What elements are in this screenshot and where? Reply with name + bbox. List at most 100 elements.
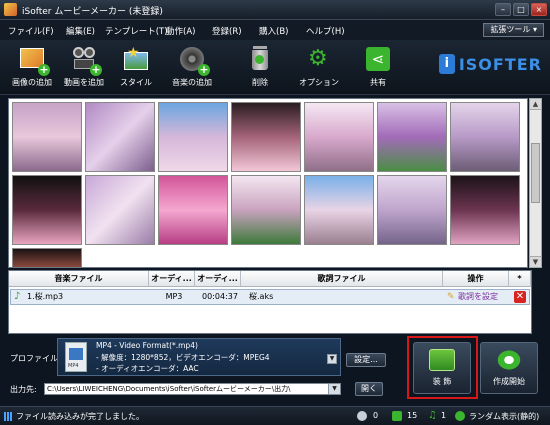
style-icon: ★ xyxy=(121,44,151,74)
trash-icon xyxy=(245,44,275,74)
col-lyrics-file[interactable]: 歌詞ファイル xyxy=(241,271,443,287)
decorate-highlight-frame xyxy=(407,336,478,399)
share-label: 共有 xyxy=(370,78,386,87)
add-image-button[interactable]: + 画像の追加 xyxy=(4,44,60,88)
scroll-down-icon[interactable]: ▼ xyxy=(530,256,541,267)
share-button[interactable]: ⋖ 共有 xyxy=(350,44,406,88)
gallery-scrollbar[interactable]: ▲ ▼ xyxy=(529,98,542,268)
profile-selector[interactable]: MP4 MP4 - Video Format(*.mp4) - 解像度：1280… xyxy=(57,338,341,376)
add-video-button[interactable]: + 動画を追加 xyxy=(56,44,112,88)
add-image-label: 画像の追加 xyxy=(12,78,52,87)
photo-thumbnail[interactable] xyxy=(304,102,374,172)
options-label: オプション xyxy=(299,78,339,87)
music-file-name: 1.桜.mp3 xyxy=(27,292,64,301)
set-lyrics-button[interactable]: 歌詞を設定 xyxy=(458,290,498,304)
menu-help[interactable]: ヘルプ(H) xyxy=(306,25,345,37)
status-message: ファイル読み込みが完了しました。 xyxy=(16,412,144,421)
photo-thumbnail[interactable] xyxy=(377,102,447,172)
photo-thumbnail[interactable] xyxy=(12,248,82,267)
create-button[interactable]: 作成開始 xyxy=(480,342,538,394)
app-icon xyxy=(4,3,17,16)
info-icon xyxy=(357,411,367,421)
audio-format: MP3 xyxy=(165,292,183,301)
photo-thumbnail[interactable] xyxy=(377,175,447,245)
add-music-button[interactable]: + 音楽の追加 xyxy=(164,44,220,88)
extension-tools-dropdown[interactable]: 拡張ツール ▾ xyxy=(483,23,544,37)
menu-template[interactable]: テンプレート(T) xyxy=(105,25,168,37)
status-bar: ファイル読み込みが完了しました。 0 15 ♫ 1 ランダム表示(静的) xyxy=(0,406,550,425)
photo-gallery[interactable] xyxy=(8,98,528,268)
open-folder-button[interactable]: 開く xyxy=(355,382,383,396)
maximize-icon[interactable]: □ xyxy=(513,3,529,16)
menu-file[interactable]: ファイル(F) xyxy=(8,25,54,37)
destination-dropdown-icon[interactable]: ▼ xyxy=(328,384,340,394)
menu-register[interactable]: 登録(R) xyxy=(212,25,242,37)
col-music-file[interactable]: 音楽ファイル xyxy=(9,271,149,287)
window-controls: – □ × xyxy=(495,3,547,16)
status-mode: ランダム表示(静的) xyxy=(469,412,540,421)
scroll-up-icon[interactable]: ▲ xyxy=(530,99,541,110)
signal-bars-icon xyxy=(4,412,12,421)
menu-bar: ファイル(F) 編集(E) テンプレート(T) 動作(A) 登録(R) 購入(B… xyxy=(0,20,550,40)
profile-format: MP4 - Video Format(*.mp4) xyxy=(96,341,198,350)
style-button[interactable]: ★ スタイル xyxy=(108,44,164,88)
logo-mark-icon: i xyxy=(438,54,455,74)
share-icon: ⋖ xyxy=(363,44,393,74)
profile-audio-info: - オーディオエンコーダ：AAC xyxy=(96,364,199,373)
photo-thumbnail[interactable] xyxy=(304,175,374,245)
audio-duration: 00:04:37 xyxy=(202,292,238,301)
photo-thumbnail[interactable] xyxy=(158,102,228,172)
delete-button[interactable]: 削除 xyxy=(232,44,288,88)
minimize-icon[interactable]: – xyxy=(495,3,511,16)
photo-thumbnail[interactable] xyxy=(158,175,228,245)
profile-video-info: - 解像度：1280*852，ビデオエンコーダ：MPEG4 xyxy=(96,353,270,362)
extension-tools-label: 拡張ツール xyxy=(490,25,531,34)
photo-thumbnail[interactable] xyxy=(231,102,301,172)
photo-thumbnail[interactable] xyxy=(85,175,155,245)
profile-label: プロファイル: xyxy=(10,354,61,363)
title-bar: iSofter ムービーメーカー (未登録) – □ × xyxy=(0,0,550,20)
toolbar: + 画像の追加 + 動画を追加 ★ スタイル + 音楽の追加 削除 ⚙ オプショ… xyxy=(0,40,550,95)
delete-row-icon[interactable]: ✕ xyxy=(514,291,526,303)
lyrics-file-name: 桜.aks xyxy=(249,292,274,301)
add-music-icon: + xyxy=(177,44,210,76)
music-note-icon: ♪ xyxy=(14,291,21,302)
col-action[interactable]: 操作 xyxy=(443,271,509,287)
menu-action[interactable]: 動作(A) xyxy=(166,25,195,37)
style-label: スタイル xyxy=(120,78,152,87)
status-count-b: 15 xyxy=(407,411,418,420)
add-image-icon: + xyxy=(17,44,50,76)
photo-thumbnail[interactable] xyxy=(231,175,301,245)
settings-button[interactable]: 設定... xyxy=(346,353,386,367)
destination-path-field[interactable]: C:\Users\LIWEICHENG\Documents\iSofter\iS… xyxy=(44,383,341,395)
options-button[interactable]: ⚙ オプション xyxy=(291,44,347,88)
profile-dropdown-icon[interactable]: ▼ xyxy=(327,354,337,364)
table-row[interactable]: ♪ 1.桜.mp3 MP3 00:04:37 桜.aks ✎ 歌詞を設定 ✕ xyxy=(10,289,530,305)
image-count-icon xyxy=(392,411,402,421)
scrollbar-thumb[interactable] xyxy=(531,143,540,203)
window-title: iSofter ムービーメーカー (未登録) xyxy=(22,7,163,17)
create-label: 作成開始 xyxy=(493,377,525,386)
music-table: 音楽ファイル オーディ... オーディ... 歌詞ファイル 操作 * ♪ 1.桜… xyxy=(8,270,532,334)
col-delete[interactable]: * xyxy=(509,271,531,287)
music-count-icon: ♫ xyxy=(428,410,437,421)
col-audio-duration[interactable]: オーディ... xyxy=(195,271,241,287)
photo-thumbnail[interactable] xyxy=(12,102,82,172)
photo-thumbnail[interactable] xyxy=(450,175,520,245)
random-mode-icon xyxy=(455,411,465,421)
add-video-label: 動画を追加 xyxy=(64,78,104,87)
menu-edit[interactable]: 編集(E) xyxy=(66,25,95,37)
refresh-icon xyxy=(496,349,522,371)
destination-label: 出力先: xyxy=(10,385,37,394)
menu-purchase[interactable]: 購入(B) xyxy=(259,25,288,37)
logo-text: ISOFTER xyxy=(458,54,542,74)
col-audio-format[interactable]: オーディ... xyxy=(149,271,195,287)
photo-thumbnail[interactable] xyxy=(450,102,520,172)
isofter-logo: i ISOFTER xyxy=(438,54,542,74)
photo-thumbnail[interactable] xyxy=(85,102,155,172)
add-music-label: 音楽の追加 xyxy=(172,78,212,87)
status-count-a: 0 xyxy=(373,411,379,420)
close-icon[interactable]: × xyxy=(531,3,547,16)
pencil-icon: ✎ xyxy=(447,292,455,302)
photo-thumbnail[interactable] xyxy=(12,175,82,245)
